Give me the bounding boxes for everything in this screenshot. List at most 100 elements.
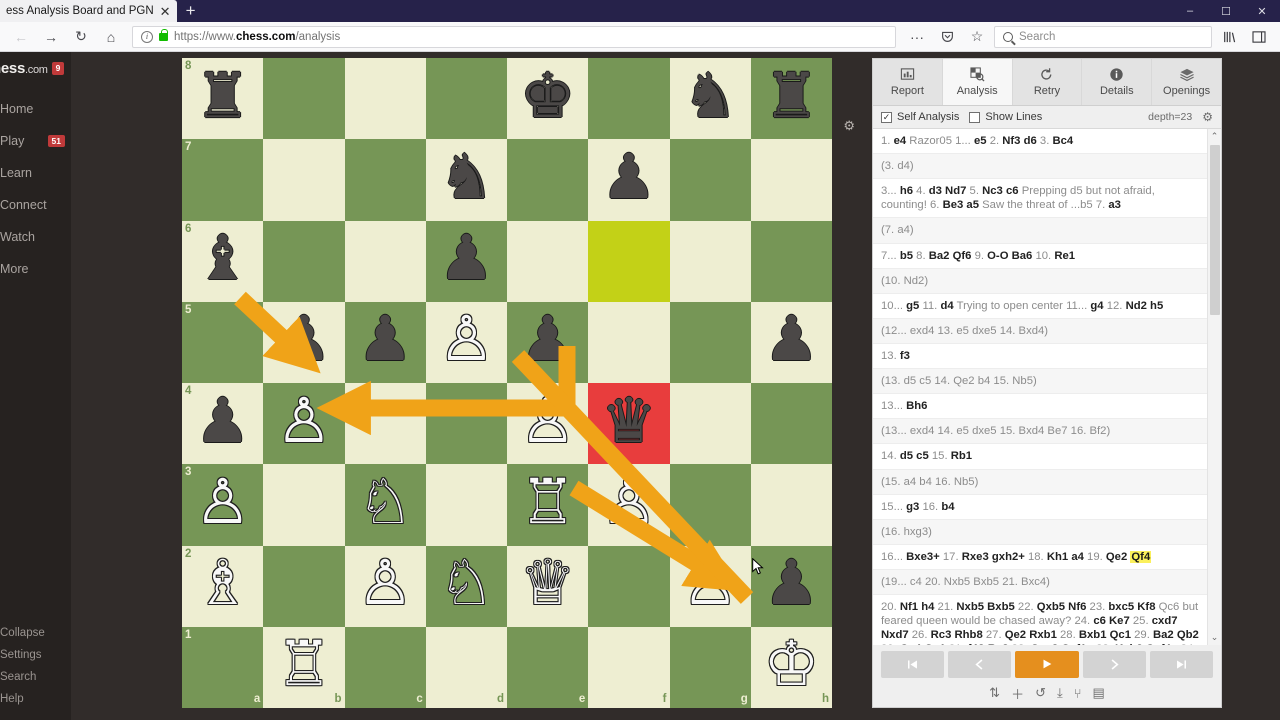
page-actions-icon[interactable]: ···: [904, 25, 930, 49]
board-square-f8[interactable]: [588, 58, 670, 140]
tab-openings[interactable]: Openings: [1152, 59, 1221, 105]
board-square-b3[interactable]: [263, 464, 345, 546]
move-row[interactable]: 16... Bxe3+ 17. Rxe3 gxh2+ 18. Kh1 a4 19…: [873, 545, 1207, 570]
piece-bN-g8[interactable]: ♞: [670, 58, 751, 139]
piece-bP-d6[interactable]: ♟: [426, 221, 507, 302]
board-square-c1[interactable]: c: [344, 626, 426, 708]
move-row[interactable]: (12... exd4 13. e5 dxe5 14. Bxd4): [873, 318, 1207, 344]
move-row[interactable]: 20. Nf1 h4 21. Nxb5 Bxb5 22. Qxb5 Nf6 23…: [873, 595, 1207, 645]
piece-bR-h8[interactable]: ♜: [751, 58, 832, 139]
board-square-c2[interactable]: ♙: [344, 545, 426, 627]
reset-icon[interactable]: ↺: [1035, 685, 1046, 701]
close-icon[interactable]: ✕: [160, 5, 171, 18]
sidebar-item-collapse[interactable]: Collapse: [0, 622, 71, 644]
save-icon[interactable]: ▤: [1093, 685, 1105, 701]
board-square-g7[interactable]: [669, 139, 751, 221]
board-square-g1[interactable]: g: [669, 626, 751, 708]
last-move-button[interactable]: [1149, 650, 1214, 678]
next-move-button[interactable]: [1082, 650, 1146, 678]
piece-bP-e5[interactable]: ♟: [507, 302, 588, 383]
board-square-c7[interactable]: [344, 139, 426, 221]
board-square-e7[interactable]: [507, 139, 589, 221]
board-square-d3[interactable]: [425, 464, 507, 546]
board-square-a6[interactable]: 6 ♝: [182, 220, 264, 302]
sidebar-item-learn[interactable]: Learn: [0, 157, 71, 189]
board-square-h5[interactable]: ♟: [750, 301, 832, 383]
piece-wQ-e2[interactable]: ♕: [507, 546, 588, 627]
piece-bR-a8[interactable]: ♜: [182, 58, 263, 139]
sidebar-item-play[interactable]: Play 51: [0, 125, 71, 157]
move-list[interactable]: 1. e4 Razor05 1... e5 2. Nf3 d6 3. Bc4 (3…: [873, 129, 1221, 645]
sidebar-item-watch[interactable]: Watch: [0, 221, 71, 253]
self-analysis-checkbox[interactable]: ✓ Self Analysis: [881, 111, 959, 123]
piece-bB-a6[interactable]: ♝: [182, 221, 263, 302]
piece-wP-c2[interactable]: ♙: [345, 546, 426, 627]
new-tab-button[interactable]: +: [177, 0, 205, 22]
move-row[interactable]: 1. e4 Razor05 1... e5 2. Nf3 d6 3. Bc4: [873, 129, 1207, 155]
add-icon[interactable]: ＋: [1011, 684, 1024, 703]
board-square-a8[interactable]: 8 ♜: [182, 58, 264, 140]
move-row[interactable]: 3... h6 4. d3 Nd7 5. Nc3 c6 Prepping d5 …: [873, 179, 1207, 219]
board-square-b1[interactable]: b ♖: [263, 626, 345, 708]
flip-board-icon[interactable]: ⇅: [989, 685, 1000, 701]
piece-wP-f3[interactable]: ♙: [588, 464, 669, 545]
board-square-e4[interactable]: ♙: [507, 383, 589, 465]
board-square-b8[interactable]: [263, 58, 345, 140]
move-list-scrollbar[interactable]: ⌃ ⌄: [1207, 129, 1221, 645]
bookmark-icon[interactable]: ☆: [964, 25, 990, 49]
board-square-d2[interactable]: ♘: [425, 545, 507, 627]
board-square-h4[interactable]: [750, 383, 832, 465]
sidebar-item-help[interactable]: Help: [0, 688, 71, 710]
library-icon[interactable]: [1216, 25, 1242, 49]
tab-report[interactable]: Report: [873, 59, 943, 105]
board-square-a4[interactable]: 4 ♟: [182, 383, 264, 465]
piece-wP-e4[interactable]: ♙: [507, 383, 588, 464]
board-square-b7[interactable]: [263, 139, 345, 221]
sidebar-item-more[interactable]: More: [0, 253, 71, 285]
move-row[interactable]: (10. Nd2): [873, 268, 1207, 294]
piece-wN-c3[interactable]: ♘: [345, 464, 426, 545]
move-row[interactable]: (19... c4 20. Nxb5 Bxb5 21. Bxc4): [873, 569, 1207, 596]
board-square-a1[interactable]: 1a: [182, 626, 264, 708]
board-square-e6[interactable]: [507, 220, 589, 302]
board-square-f4[interactable]: ♛: [588, 383, 670, 465]
piece-wK-h1[interactable]: ♔: [751, 627, 832, 708]
piece-bP-h5[interactable]: ♟: [751, 302, 832, 383]
piece-wN-d2[interactable]: ♘: [426, 546, 507, 627]
board-square-b4[interactable]: ♙: [263, 383, 345, 465]
piece-wP-b4[interactable]: ♙: [263, 383, 344, 464]
tab-analysis[interactable]: Analysis: [942, 59, 1013, 105]
chess-board[interactable]: 8 ♜ ♚ ♞ ♜ 7 ♞ ♟ 6 ♝ ♟ 5 ♟ ♟ ♙ ♟ ♟ 4 ♟ ♙ ♙ ♛ 3 ♙ ♘ ♖ ♙ 2 ♗ ♙ ♘ ♕ ♙ ♟ 1 a b ♖ c d…: [182, 58, 832, 708]
board-square-a2[interactable]: 2 ♗: [182, 545, 264, 627]
board-square-a5[interactable]: 5: [182, 301, 264, 383]
tab-details[interactable]: Details: [1082, 59, 1153, 105]
board-square-g4[interactable]: [669, 383, 751, 465]
piece-bQ-f4[interactable]: ♛: [588, 383, 669, 464]
board-square-f1[interactable]: f: [588, 626, 670, 708]
previous-move-button[interactable]: [948, 650, 1012, 678]
board-square-c4[interactable]: [344, 383, 426, 465]
sidebar-item-connect[interactable]: Connect: [0, 189, 71, 221]
move-row[interactable]: (16. hxg3): [873, 519, 1207, 545]
board-square-g3[interactable]: [669, 464, 751, 546]
scroll-down-icon[interactable]: ⌄: [1211, 630, 1219, 645]
board-square-d1[interactable]: d: [425, 626, 507, 708]
board-square-f7[interactable]: ♟: [588, 139, 670, 221]
sidebar-item-home[interactable]: Home: [0, 93, 71, 125]
move-row[interactable]: (7. a4): [873, 218, 1207, 244]
board-square-a7[interactable]: 7: [182, 139, 264, 221]
show-lines-checkbox[interactable]: Show Lines: [969, 111, 1042, 123]
board-square-f2[interactable]: [588, 545, 670, 627]
piece-wR-b1[interactable]: ♖: [263, 627, 344, 708]
first-move-button[interactable]: [881, 650, 945, 678]
board-square-h7[interactable]: [750, 139, 832, 221]
search-input[interactable]: Search: [994, 25, 1212, 48]
board-square-h3[interactable]: [750, 464, 832, 546]
board-square-e3[interactable]: ♖: [507, 464, 589, 546]
piece-bN-d7[interactable]: ♞: [426, 139, 507, 220]
share-icon[interactable]: ⑂: [1074, 686, 1082, 701]
move-row[interactable]: (13... exd4 14. e5 dxe5 15. Bxd4 Be7 16.…: [873, 419, 1207, 445]
board-square-d7[interactable]: ♞: [425, 139, 507, 221]
back-icon[interactable]: ←: [8, 25, 34, 49]
board-square-f3[interactable]: ♙: [588, 464, 670, 546]
